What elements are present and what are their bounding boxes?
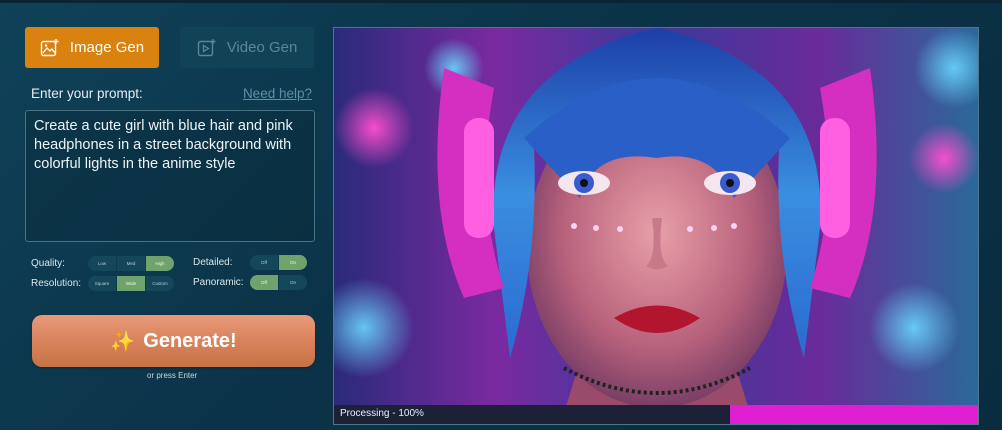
detailed-toggle[interactable]: Off On: [250, 255, 307, 270]
image-add-icon: [40, 38, 60, 58]
image-preview: Processing - 100%: [333, 27, 979, 425]
tab-image-gen-label: Image Gen: [69, 39, 145, 56]
resolution-option-wide[interactable]: Wide: [117, 276, 146, 291]
video-add-icon: [197, 38, 217, 58]
sparkle-icon: ✨: [110, 330, 136, 353]
resolution-selector[interactable]: Square Wide Custom: [88, 276, 174, 291]
quality-selector[interactable]: Low Med High: [88, 256, 174, 271]
progress-bar: Processing - 100%: [334, 405, 978, 424]
tab-image-gen[interactable]: Image Gen: [25, 27, 159, 68]
quality-option-low[interactable]: Low: [88, 256, 117, 271]
detailed-option-on[interactable]: On: [279, 255, 307, 270]
detailed-option-off[interactable]: Off: [250, 255, 279, 270]
panoramic-label: Panoramic:: [193, 277, 244, 288]
tab-video-gen-label: Video Gen: [226, 39, 298, 56]
resolution-option-square[interactable]: Square: [88, 276, 117, 291]
detailed-label: Detailed:: [193, 257, 233, 268]
press-enter-hint: or press Enter: [147, 371, 198, 380]
generated-image: [334, 28, 978, 424]
generate-button-label: Generate!: [143, 329, 237, 352]
panoramic-option-off[interactable]: Off: [250, 275, 279, 290]
resolution-option-custom[interactable]: Custom: [146, 276, 174, 291]
prompt-input[interactable]: Create a cute girl with blue hair and pi…: [25, 110, 315, 242]
tab-video-gen[interactable]: Video Gen: [180, 27, 314, 68]
panoramic-toggle[interactable]: Off On: [250, 275, 307, 290]
quality-label: Quality:: [31, 258, 65, 269]
top-border: [0, 0, 1002, 3]
resolution-label: Resolution:: [31, 278, 82, 289]
generate-button[interactable]: ✨ Generate!: [32, 315, 315, 367]
prompt-label: Enter your prompt:: [31, 86, 143, 101]
need-help-link[interactable]: Need help?: [243, 86, 312, 101]
processing-status: Processing - 100%: [340, 408, 424, 419]
panoramic-option-on[interactable]: On: [279, 275, 307, 290]
quality-option-med[interactable]: Med: [117, 256, 146, 271]
quality-option-high[interactable]: High: [146, 256, 174, 271]
